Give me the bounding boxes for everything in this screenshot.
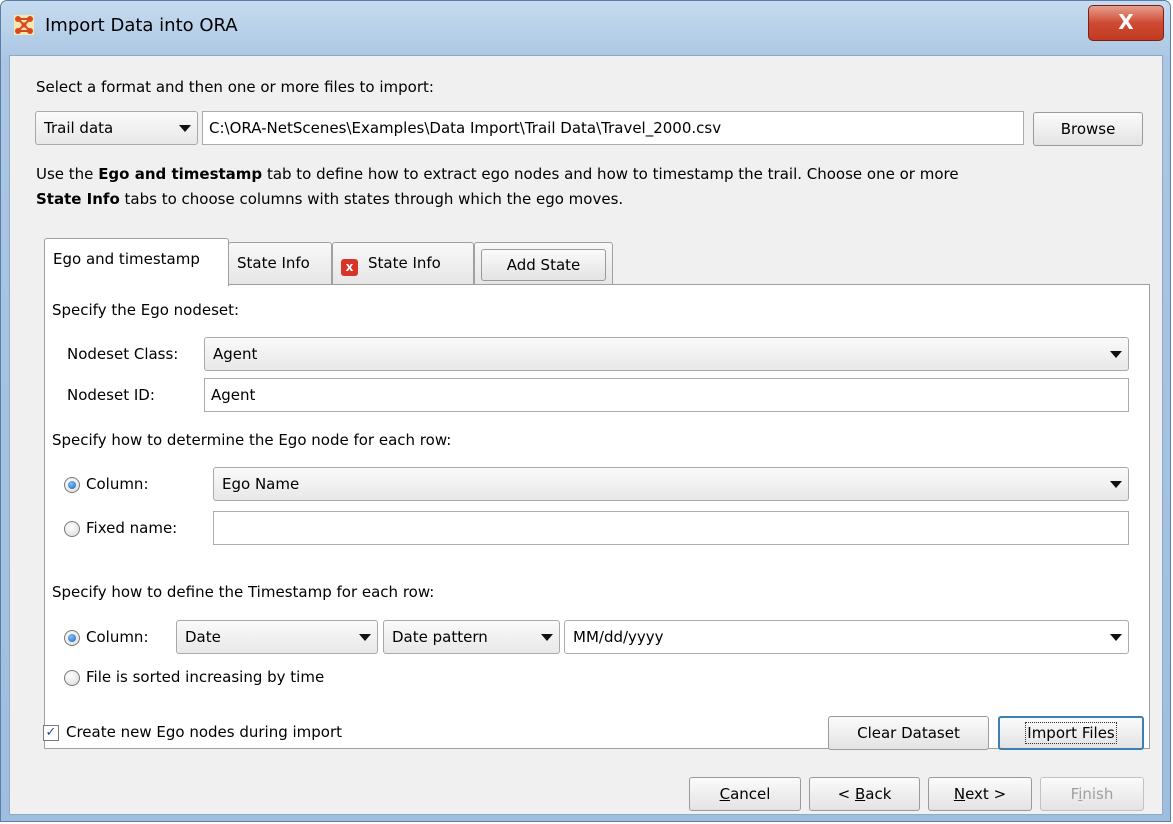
file-path-value: C:\ORA-NetScenes\Examples\Data Import\Tr… (209, 119, 722, 137)
ego-column-label: Column: (86, 475, 149, 493)
nodeset-id-label: Nodeset ID: (67, 386, 155, 404)
finish-label: nish (1082, 785, 1114, 803)
add-state-button[interactable]: Add State (481, 249, 606, 281)
cancel-mnemonic: C (719, 785, 731, 803)
instructions-part-3: tabs to choose columns with states throu… (119, 190, 624, 208)
timestamp-column-radio[interactable] (64, 630, 80, 646)
title-bar[interactable]: Import Data into ORA X (1, 1, 1170, 51)
tab-add-state-container: Add State (474, 242, 613, 284)
sorted-by-time-label: File is sorted increasing by time (86, 668, 325, 686)
fixed-name-label: Fixed name: (86, 519, 178, 537)
format-select-value: Trail data (44, 119, 114, 137)
nodeset-class-value: Agent (213, 345, 258, 363)
nodeset-heading: Specify the Ego nodeset: (52, 301, 240, 319)
back-prefix: < (837, 785, 855, 803)
tab-label: Ego and timestamp (53, 250, 200, 268)
nodeset-id-value: Agent (211, 386, 256, 404)
browse-button[interactable]: Browse (1033, 112, 1143, 146)
import-files-label: Import Files (1025, 722, 1117, 744)
next-button[interactable]: Next > (928, 777, 1032, 811)
import-files-button[interactable]: Import Files (998, 716, 1144, 750)
nodeset-class-label: Nodeset Class: (67, 345, 179, 363)
back-mnemonic: B (854, 785, 866, 803)
instructions-bold-state: State Info (36, 190, 120, 208)
date-pattern-input[interactable]: MM/dd/yyyy (564, 620, 1129, 654)
close-icon[interactable]: x (341, 259, 358, 276)
tab-label: State Info (237, 254, 310, 272)
back-button[interactable]: < Back (809, 777, 920, 811)
ego-node-heading: Specify how to determine the Ego node fo… (52, 431, 452, 449)
tab-state-info-1[interactable]: State Info (228, 242, 332, 284)
instructions-bold-ego: Ego and timestamp (98, 165, 263, 183)
finish-button[interactable]: Finish (1040, 777, 1144, 811)
timestamp-heading: Specify how to define the Timestamp for … (52, 583, 435, 601)
file-path-field[interactable]: C:\ORA-NetScenes\Examples\Data Import\Tr… (202, 111, 1024, 145)
chevron-down-icon (1110, 481, 1122, 488)
ego-column-radio[interactable] (64, 477, 80, 493)
tab-ego-and-timestamp[interactable]: Ego and timestamp (44, 238, 229, 286)
instructions-part-2: tab to define how to extract ego nodes a… (262, 165, 959, 183)
format-prompt: Select a format and then one or more fil… (36, 78, 434, 96)
date-pattern-type-select[interactable]: Date pattern (383, 620, 560, 654)
chevron-down-icon (1110, 634, 1122, 641)
window-title: Import Data into ORA (45, 15, 238, 36)
nodeset-id-field[interactable]: Agent (204, 378, 1129, 412)
next-mnemonic: N (953, 785, 966, 803)
chevron-down-icon (1110, 351, 1122, 358)
ego-timestamp-panel: Specify the Ego nodeset: Nodeset Class: … (44, 284, 1150, 749)
chevron-down-icon (541, 634, 553, 641)
ego-column-select[interactable]: Ego Name (213, 467, 1129, 501)
dialog-content: Select a format and then one or more fil… (9, 55, 1163, 815)
date-pattern-value: MM/dd/yyyy (573, 628, 664, 646)
cancel-label: ancel (730, 785, 771, 803)
chevron-down-icon (359, 634, 371, 641)
sorted-by-time-radio[interactable] (64, 670, 80, 686)
tab-label: State Info (368, 254, 441, 272)
timestamp-column-value: Date (185, 628, 221, 646)
create-ego-nodes-checkbox[interactable]: ✓ (43, 725, 59, 741)
format-select[interactable]: Trail data (35, 111, 198, 145)
close-button[interactable]: X (1088, 5, 1164, 41)
next-label: ext > (965, 785, 1007, 803)
nodeset-class-select[interactable]: Agent (204, 337, 1129, 371)
timestamp-column-label: Column: (86, 628, 149, 646)
date-pattern-type-value: Date pattern (392, 628, 488, 646)
ego-column-value: Ego Name (222, 475, 300, 493)
fixed-name-field[interactable] (213, 511, 1129, 545)
instructions-part-1: Use the (36, 165, 99, 183)
create-ego-nodes-label: Create new Ego nodes during import (66, 723, 343, 741)
tab-state-info-2[interactable]: x State Info (332, 242, 474, 284)
import-dialog-window: Import Data into ORA X Select a format a… (0, 0, 1171, 822)
instructions-text: Use the Ego and timestamp tab to define … (36, 162, 959, 212)
chevron-down-icon (179, 125, 191, 132)
clear-dataset-button[interactable]: Clear Dataset (828, 716, 989, 750)
network-app-icon (14, 15, 34, 35)
back-label: ack (865, 785, 892, 803)
fixed-name-radio[interactable] (64, 521, 80, 537)
timestamp-column-select[interactable]: Date (176, 620, 378, 654)
cancel-button[interactable]: Cancel (689, 777, 801, 811)
